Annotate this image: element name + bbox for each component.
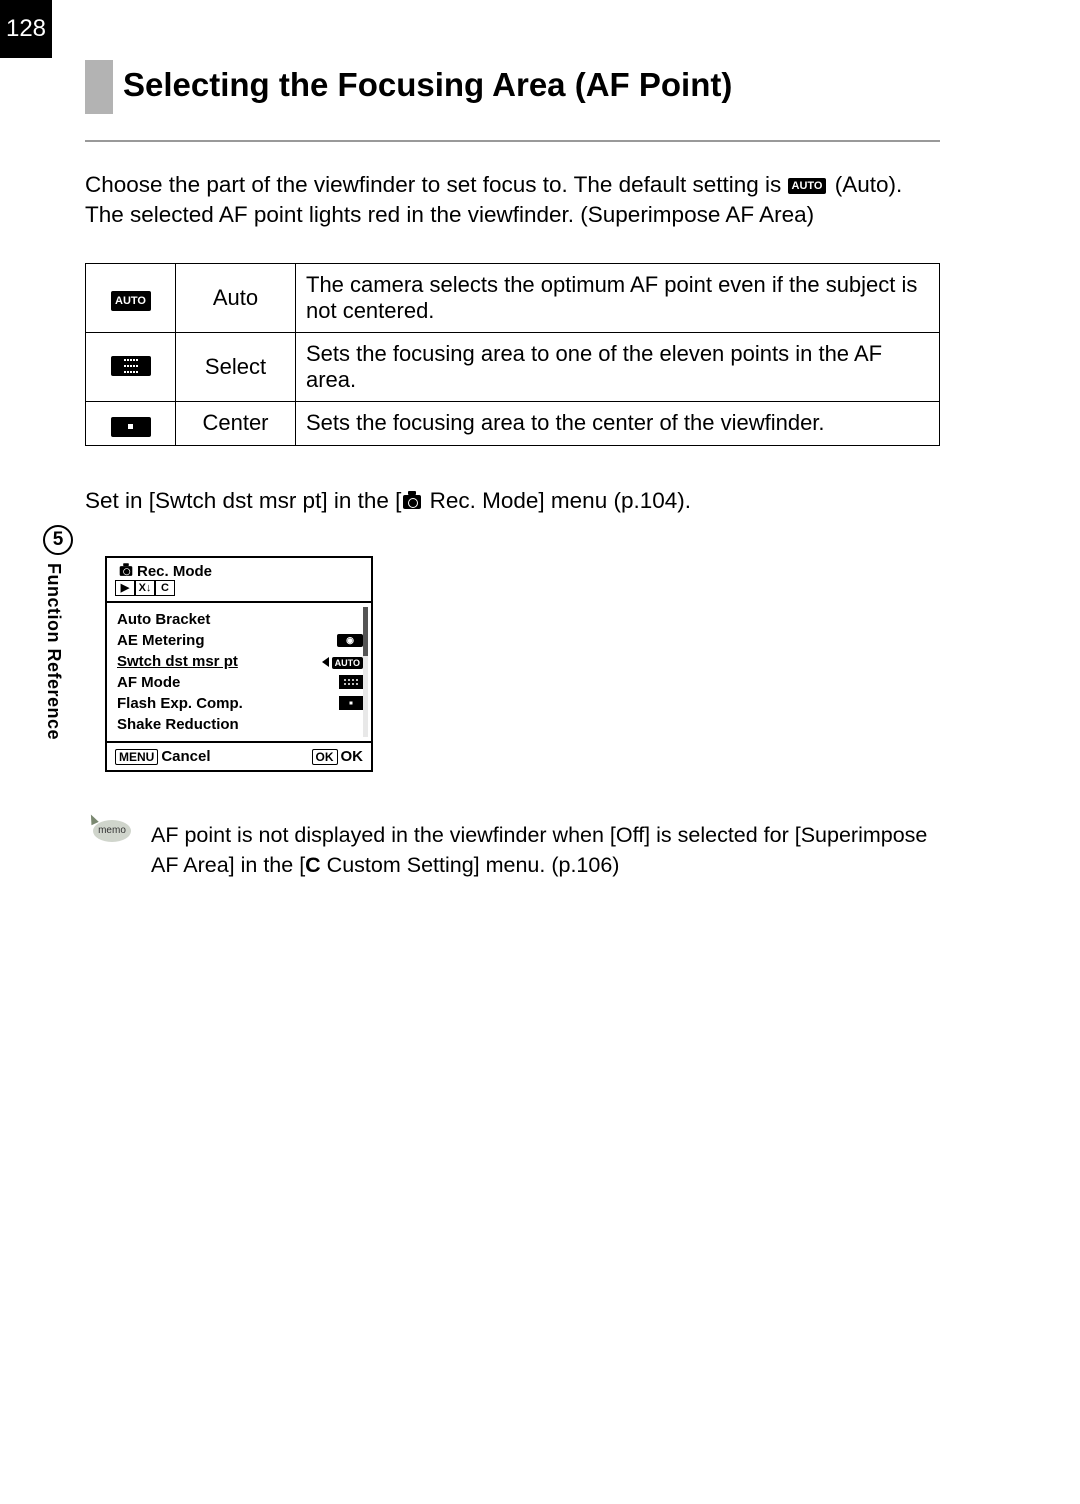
chapter-number: 5: [43, 525, 73, 555]
mode-desc: The camera selects the optimum AF point …: [296, 263, 940, 332]
menu-item-label: Shake Reduction: [117, 716, 239, 733]
memo-text-b: Custom Setting] menu. (p.106): [321, 853, 620, 877]
menu-item-label: Auto Bracket: [117, 611, 210, 628]
menu-button-box: MENU: [115, 749, 158, 765]
title-underline: [85, 140, 940, 142]
menu-item-label: Swtch dst msr pt: [117, 653, 238, 670]
menu-tabs: ▶ X↓ C: [115, 580, 365, 596]
page: 128 5 Function Reference Selecting the F…: [0, 0, 1080, 1504]
intro-line1b: (Auto).: [835, 172, 903, 197]
menu-footer: MENUCancel OKOK: [107, 741, 371, 770]
menu-tab: C: [155, 580, 175, 596]
menu-title: Rec. Mode: [115, 563, 212, 580]
center-mode-icon: [111, 417, 151, 437]
menu-item-label: Flash Exp. Comp.: [117, 695, 243, 712]
chapter-tab: 5 Function Reference: [43, 525, 73, 740]
menu-footer-cancel: MENUCancel: [115, 748, 211, 765]
page-title: Selecting the Focusing Area (AF Point): [123, 60, 940, 114]
select-value-icon: [339, 675, 363, 689]
menu-item: AE Metering ◉: [107, 630, 371, 651]
table-row: Center Sets the focusing area to the cen…: [86, 401, 940, 445]
set-in-paragraph: Set in [Swtch dst msr pt] in the [ Rec. …: [85, 488, 940, 514]
content-area: Selecting the Focusing Area (AF Point) C…: [85, 60, 940, 880]
menu-item-label: AF Mode: [117, 674, 180, 691]
mode-desc: Sets the focusing area to one of the ele…: [296, 332, 940, 401]
menu-tab: X↓: [135, 580, 155, 596]
setin-b: Rec. Mode] menu (p.104).: [423, 488, 691, 513]
menu-item: AF Mode: [107, 672, 371, 693]
auto-value-icon: AUTO: [332, 657, 363, 669]
intro-line2: The selected AF point lights red in the …: [85, 202, 814, 227]
mode-label: Auto: [176, 263, 296, 332]
scrollbar-thumb: [363, 607, 368, 656]
camera-icon: [120, 566, 133, 576]
page-number: 128: [0, 0, 52, 58]
menu-title-row: Rec. Mode ▶ X↓ C: [107, 558, 371, 603]
ok-button-box: OK: [312, 749, 338, 765]
mode-icon-cell: AUTO: [86, 263, 176, 332]
menu-body: Auto Bracket AE Metering ◉ Swtch dst msr…: [107, 603, 371, 741]
mode-desc: Sets the focusing area to the center of …: [296, 401, 940, 445]
memo-icon: memo: [93, 820, 133, 842]
metering-icon: ◉: [337, 634, 363, 647]
mode-label: Center: [176, 401, 296, 445]
title-bar: Selecting the Focusing Area (AF Point): [85, 60, 940, 114]
intro-line1a: Choose the part of the viewfinder to set…: [85, 172, 788, 197]
menu-scrollbar: [363, 607, 368, 737]
table-row: AUTO Auto The camera selects the optimum…: [86, 263, 940, 332]
auto-mode-icon: AUTO: [111, 291, 151, 311]
select-mode-icon: [111, 356, 151, 376]
mode-icon-cell: [86, 332, 176, 401]
menu-tab: ▶: [115, 580, 135, 596]
menu-item: Shake Reduction: [107, 714, 371, 735]
mode-label: Select: [176, 332, 296, 401]
menu-title-text: Rec. Mode: [137, 563, 212, 580]
menu-value: AUTO: [322, 653, 363, 670]
menu-ok-label: OK: [341, 748, 364, 765]
menu-item: Flash Exp. Comp.: [107, 693, 371, 714]
menu-item-label: AE Metering: [117, 632, 205, 649]
memo-text: AF point is not displayed in the viewfin…: [151, 820, 940, 880]
setin-a: Set in [Swtch dst msr pt] in the [: [85, 488, 401, 513]
center-value-icon: [339, 696, 363, 710]
modes-table: AUTO Auto The camera selects the optimum…: [85, 263, 940, 446]
custom-c-label: C: [305, 853, 321, 877]
menu-item-selected: Swtch dst msr pt AUTO: [107, 651, 371, 672]
mode-icon-cell: [86, 401, 176, 445]
intro-paragraph: Choose the part of the viewfinder to set…: [85, 170, 940, 231]
memo-bubble: memo: [93, 820, 131, 842]
menu-screenshot: Rec. Mode ▶ X↓ C Auto Bracket AE Meterin…: [105, 556, 373, 772]
menu-item: Auto Bracket: [107, 609, 371, 630]
select-dots-icon: [123, 356, 138, 374]
auto-badge-icon: AUTO: [788, 178, 827, 194]
menu-cancel-label: Cancel: [161, 748, 210, 765]
chapter-label: Function Reference: [43, 563, 64, 740]
title-accent: [85, 60, 113, 114]
memo-block: memo AF point is not displayed in the vi…: [93, 820, 940, 880]
camera-icon: [403, 495, 421, 509]
menu-footer-ok: OKOK: [312, 748, 364, 765]
arrow-left-icon: [322, 657, 329, 667]
table-row: Select Sets the focusing area to one of …: [86, 332, 940, 401]
